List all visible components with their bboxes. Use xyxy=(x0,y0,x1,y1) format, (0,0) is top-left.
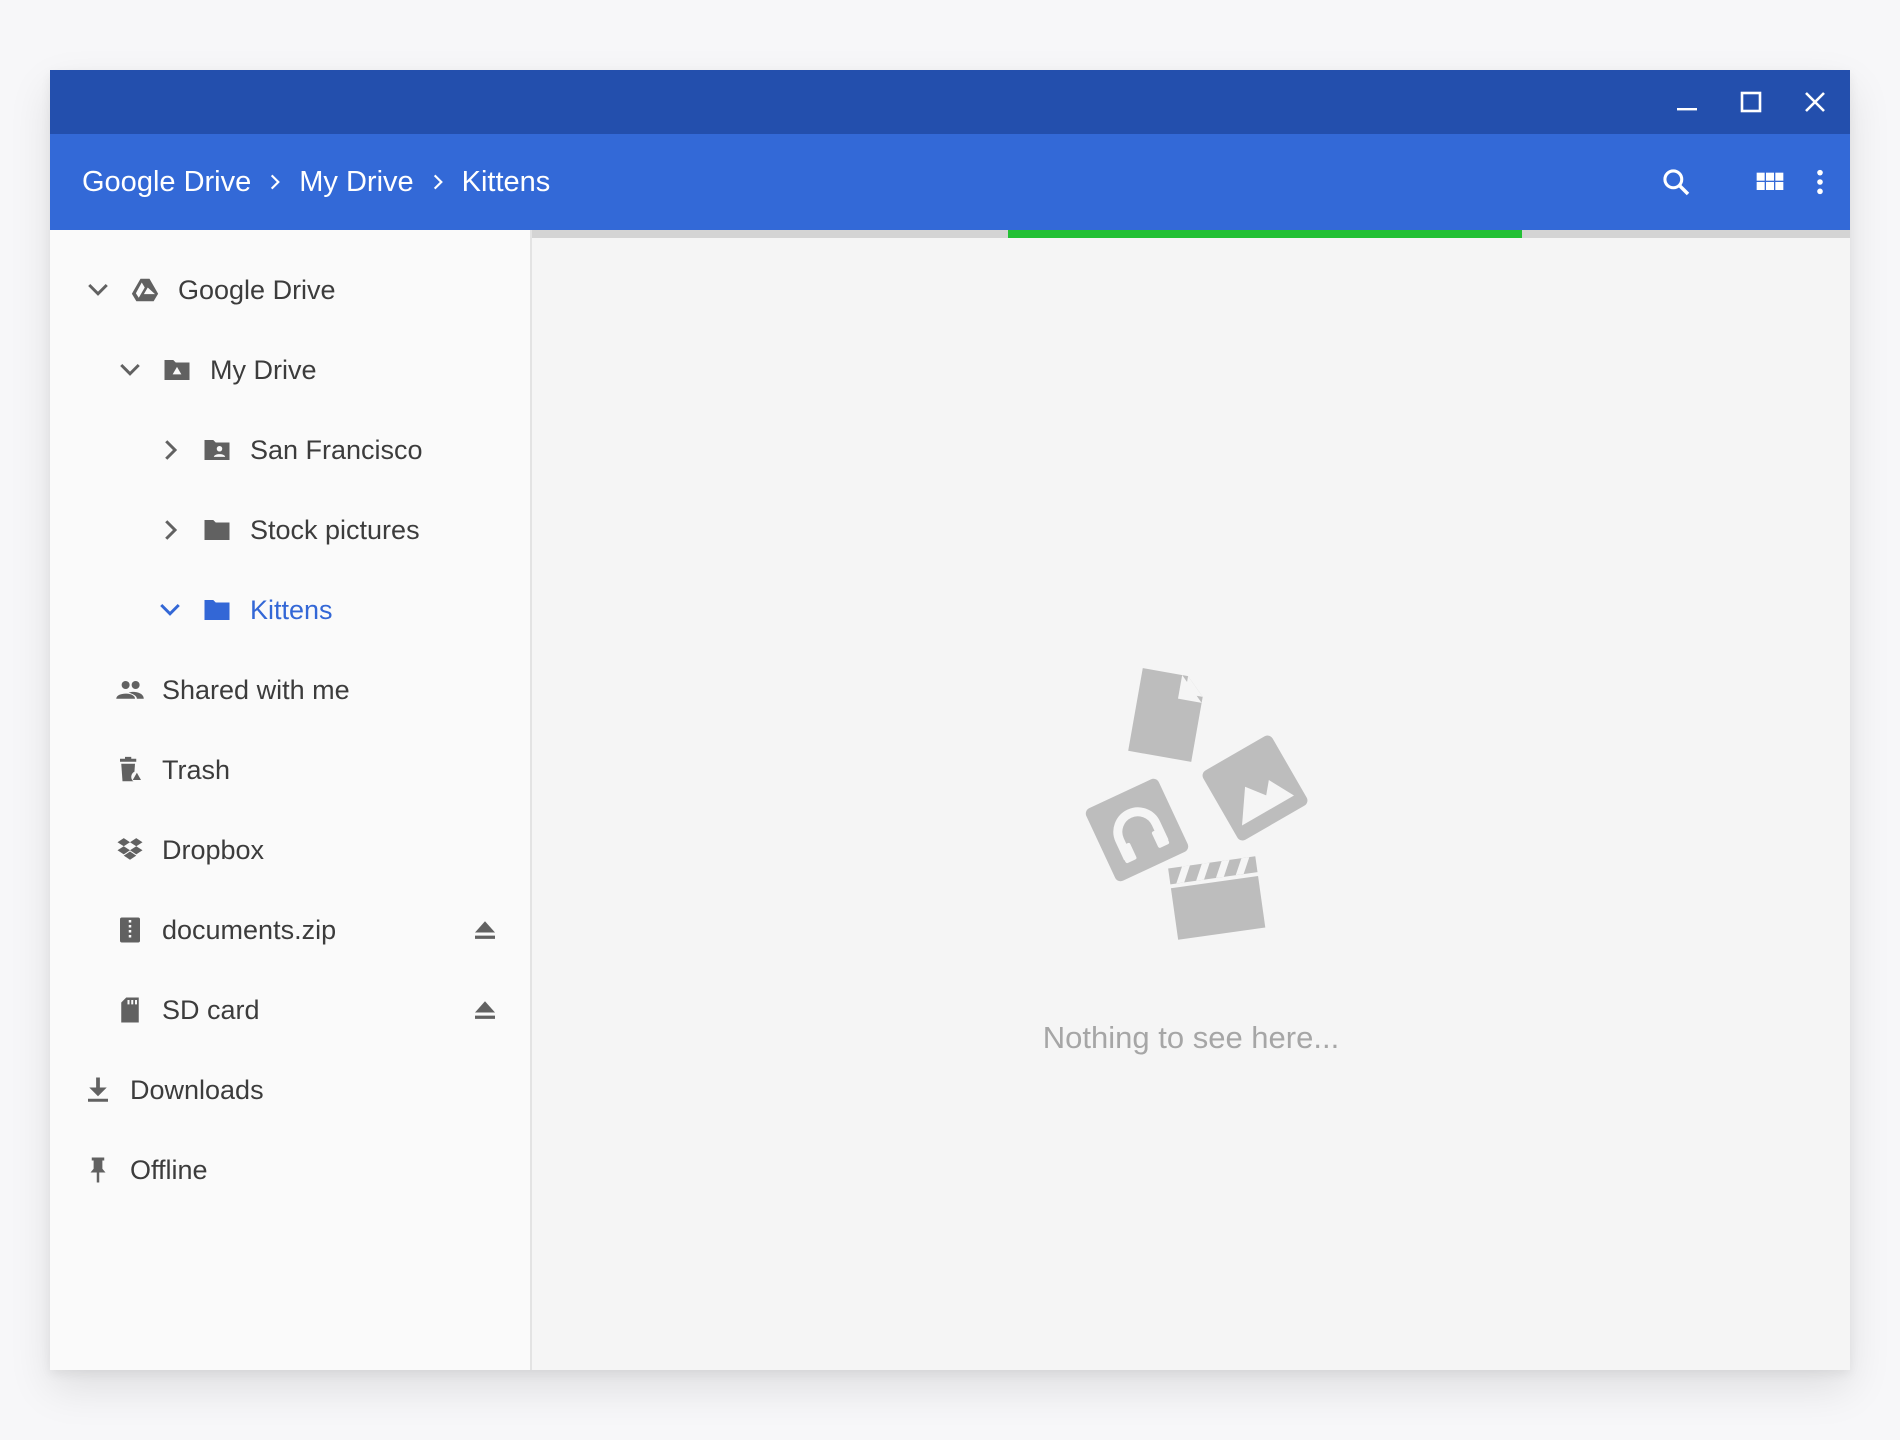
sidebar-item-label: documents.zip xyxy=(162,915,337,945)
sidebar-item-san-francisco[interactable]: San Francisco xyxy=(50,417,530,483)
sidebar-item-label: SD card xyxy=(162,995,260,1025)
dropbox-icon xyxy=(117,838,143,860)
zip-archive-icon xyxy=(120,917,140,943)
chevron-right-icon xyxy=(265,172,285,192)
audio-icon xyxy=(1085,778,1189,882)
title-bar xyxy=(50,70,1850,134)
sd-card-icon xyxy=(121,997,139,1023)
sidebar-item-dropbox[interactable]: Dropbox xyxy=(50,817,530,883)
chevron-down-icon[interactable] xyxy=(155,595,185,625)
video-icon xyxy=(1168,856,1266,940)
search-icon xyxy=(1663,169,1690,196)
sidebar-item-label: Dropbox xyxy=(162,835,265,865)
sidebar-item-downloads[interactable]: Downloads xyxy=(50,1057,530,1123)
maximize-button[interactable] xyxy=(1731,82,1771,122)
sidebar-item-label: Trash xyxy=(162,755,231,785)
file-list-area: Nothing to see here... xyxy=(532,230,1850,1370)
grid-view-icon xyxy=(1756,172,1784,190)
sidebar-item-my-drive[interactable]: My Drive xyxy=(50,337,530,403)
close-icon xyxy=(1805,92,1825,112)
sidebar-item-label: Downloads xyxy=(130,1075,264,1105)
breadcrumb-item-my-drive[interactable]: My Drive xyxy=(299,166,413,199)
people-icon xyxy=(116,681,144,699)
close-button[interactable] xyxy=(1795,82,1835,122)
search-button[interactable] xyxy=(1652,158,1700,206)
empty-folder-illustration xyxy=(1085,668,1308,940)
maximize-icon xyxy=(1740,91,1762,113)
more-options-button[interactable] xyxy=(1796,158,1844,206)
chevron-down-icon[interactable] xyxy=(83,275,113,305)
chevron-right-icon[interactable] xyxy=(155,515,185,545)
sidebar-item-offline[interactable]: Offline xyxy=(50,1137,530,1203)
progress-bar-fill xyxy=(1008,230,1523,238)
eject-icon[interactable] xyxy=(470,995,500,1025)
sidebar-item-shared-with-me[interactable]: Shared with me xyxy=(50,657,530,723)
folder-icon xyxy=(204,600,230,620)
breadcrumb: Google Drive My Drive Kittens xyxy=(82,134,550,230)
grid-view-button[interactable] xyxy=(1746,158,1794,206)
sidebar-item-stock-pictures[interactable]: Stock pictures xyxy=(50,497,530,563)
files-app-window: Google Drive My Drive Kittens Google Dri… xyxy=(50,70,1850,1370)
more-vert-icon xyxy=(1817,169,1823,195)
my-drive-folder-icon xyxy=(164,360,190,380)
chevron-right-icon[interactable] xyxy=(155,435,185,465)
sidebar-item-label: Offline xyxy=(130,1155,208,1185)
sidebar-item-label: Google Drive xyxy=(178,275,336,305)
shared-folder-icon xyxy=(204,440,230,460)
sidebar: Google Drive My Drive San Francisco Stoc… xyxy=(50,230,532,1370)
sidebar-item-documents-zip[interactable]: documents.zip xyxy=(50,897,530,963)
sidebar-item-label: Stock pictures xyxy=(250,515,420,545)
image-icon xyxy=(1202,735,1308,841)
sidebar-item-label: Shared with me xyxy=(162,675,350,705)
app-header: Google Drive My Drive Kittens xyxy=(50,134,1850,230)
sidebar-item-kittens[interactable]: Kittens xyxy=(50,577,530,643)
folder-icon xyxy=(204,520,230,540)
download-icon xyxy=(88,1077,108,1102)
empty-state-message: Nothing to see here... xyxy=(1042,1020,1340,1055)
progress-bar xyxy=(532,230,1850,238)
breadcrumb-item-google-drive[interactable]: Google Drive xyxy=(82,166,251,199)
document-icon xyxy=(1128,668,1203,762)
sidebar-item-trash[interactable]: Trash xyxy=(50,737,530,803)
sidebar-item-label: Kittens xyxy=(250,595,333,625)
pin-icon xyxy=(90,1157,106,1183)
sidebar-item-sd-card[interactable]: SD card xyxy=(50,977,530,1043)
breadcrumb-item-kittens[interactable]: Kittens xyxy=(462,166,551,199)
chevron-down-icon[interactable] xyxy=(115,355,145,385)
sidebar-item-label: My Drive xyxy=(210,355,317,385)
sidebar-item-label: San Francisco xyxy=(250,435,423,465)
sidebar-item-google-drive[interactable]: Google Drive xyxy=(50,257,530,323)
google-drive-icon xyxy=(131,278,159,302)
eject-icon[interactable] xyxy=(470,915,500,945)
minimize-icon xyxy=(1677,108,1697,111)
minimize-button[interactable] xyxy=(1667,82,1707,122)
trash-icon xyxy=(120,756,143,783)
chevron-right-icon xyxy=(428,172,448,192)
